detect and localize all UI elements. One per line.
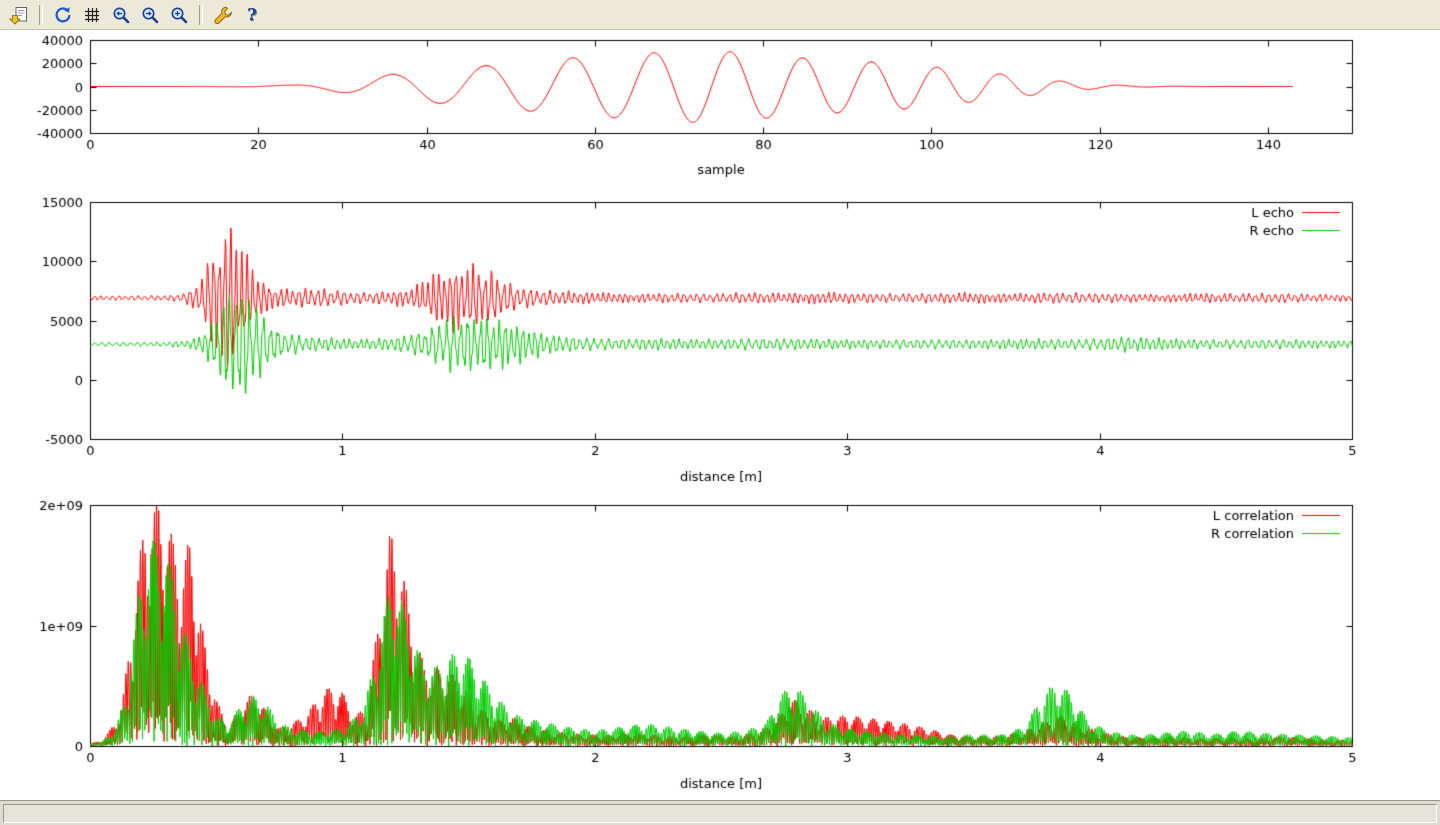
toolbar-separator xyxy=(199,5,203,25)
zoom-previous-icon xyxy=(111,5,131,25)
toggle-grid-button[interactable] xyxy=(79,3,105,27)
wrench-icon xyxy=(213,5,233,25)
copy-to-clipboard-button[interactable] xyxy=(6,3,32,27)
autoscale-button[interactable] xyxy=(166,3,192,27)
gnuplot-window: ? ? xyxy=(0,0,1440,825)
configure-button[interactable] xyxy=(210,3,236,27)
zoom-previous-button[interactable] xyxy=(108,3,134,27)
grid-icon xyxy=(82,5,102,25)
replot-icon xyxy=(53,5,73,25)
replot-button[interactable] xyxy=(50,3,76,27)
toolbar: ? ? xyxy=(0,0,1440,30)
help-icon: ? ? xyxy=(242,5,262,25)
status-field xyxy=(3,804,1437,823)
plot-area xyxy=(0,30,1440,800)
zoom-next-icon xyxy=(140,5,160,25)
autoscale-icon xyxy=(169,5,189,25)
toolbar-separator xyxy=(39,5,43,25)
plot-canvas[interactable] xyxy=(0,30,1440,800)
zoom-next-button[interactable] xyxy=(137,3,163,27)
clipboard-export-icon xyxy=(9,5,29,25)
help-button[interactable]: ? ? xyxy=(239,3,265,27)
svg-text:?: ? xyxy=(247,5,257,25)
status-bar xyxy=(0,800,1440,825)
